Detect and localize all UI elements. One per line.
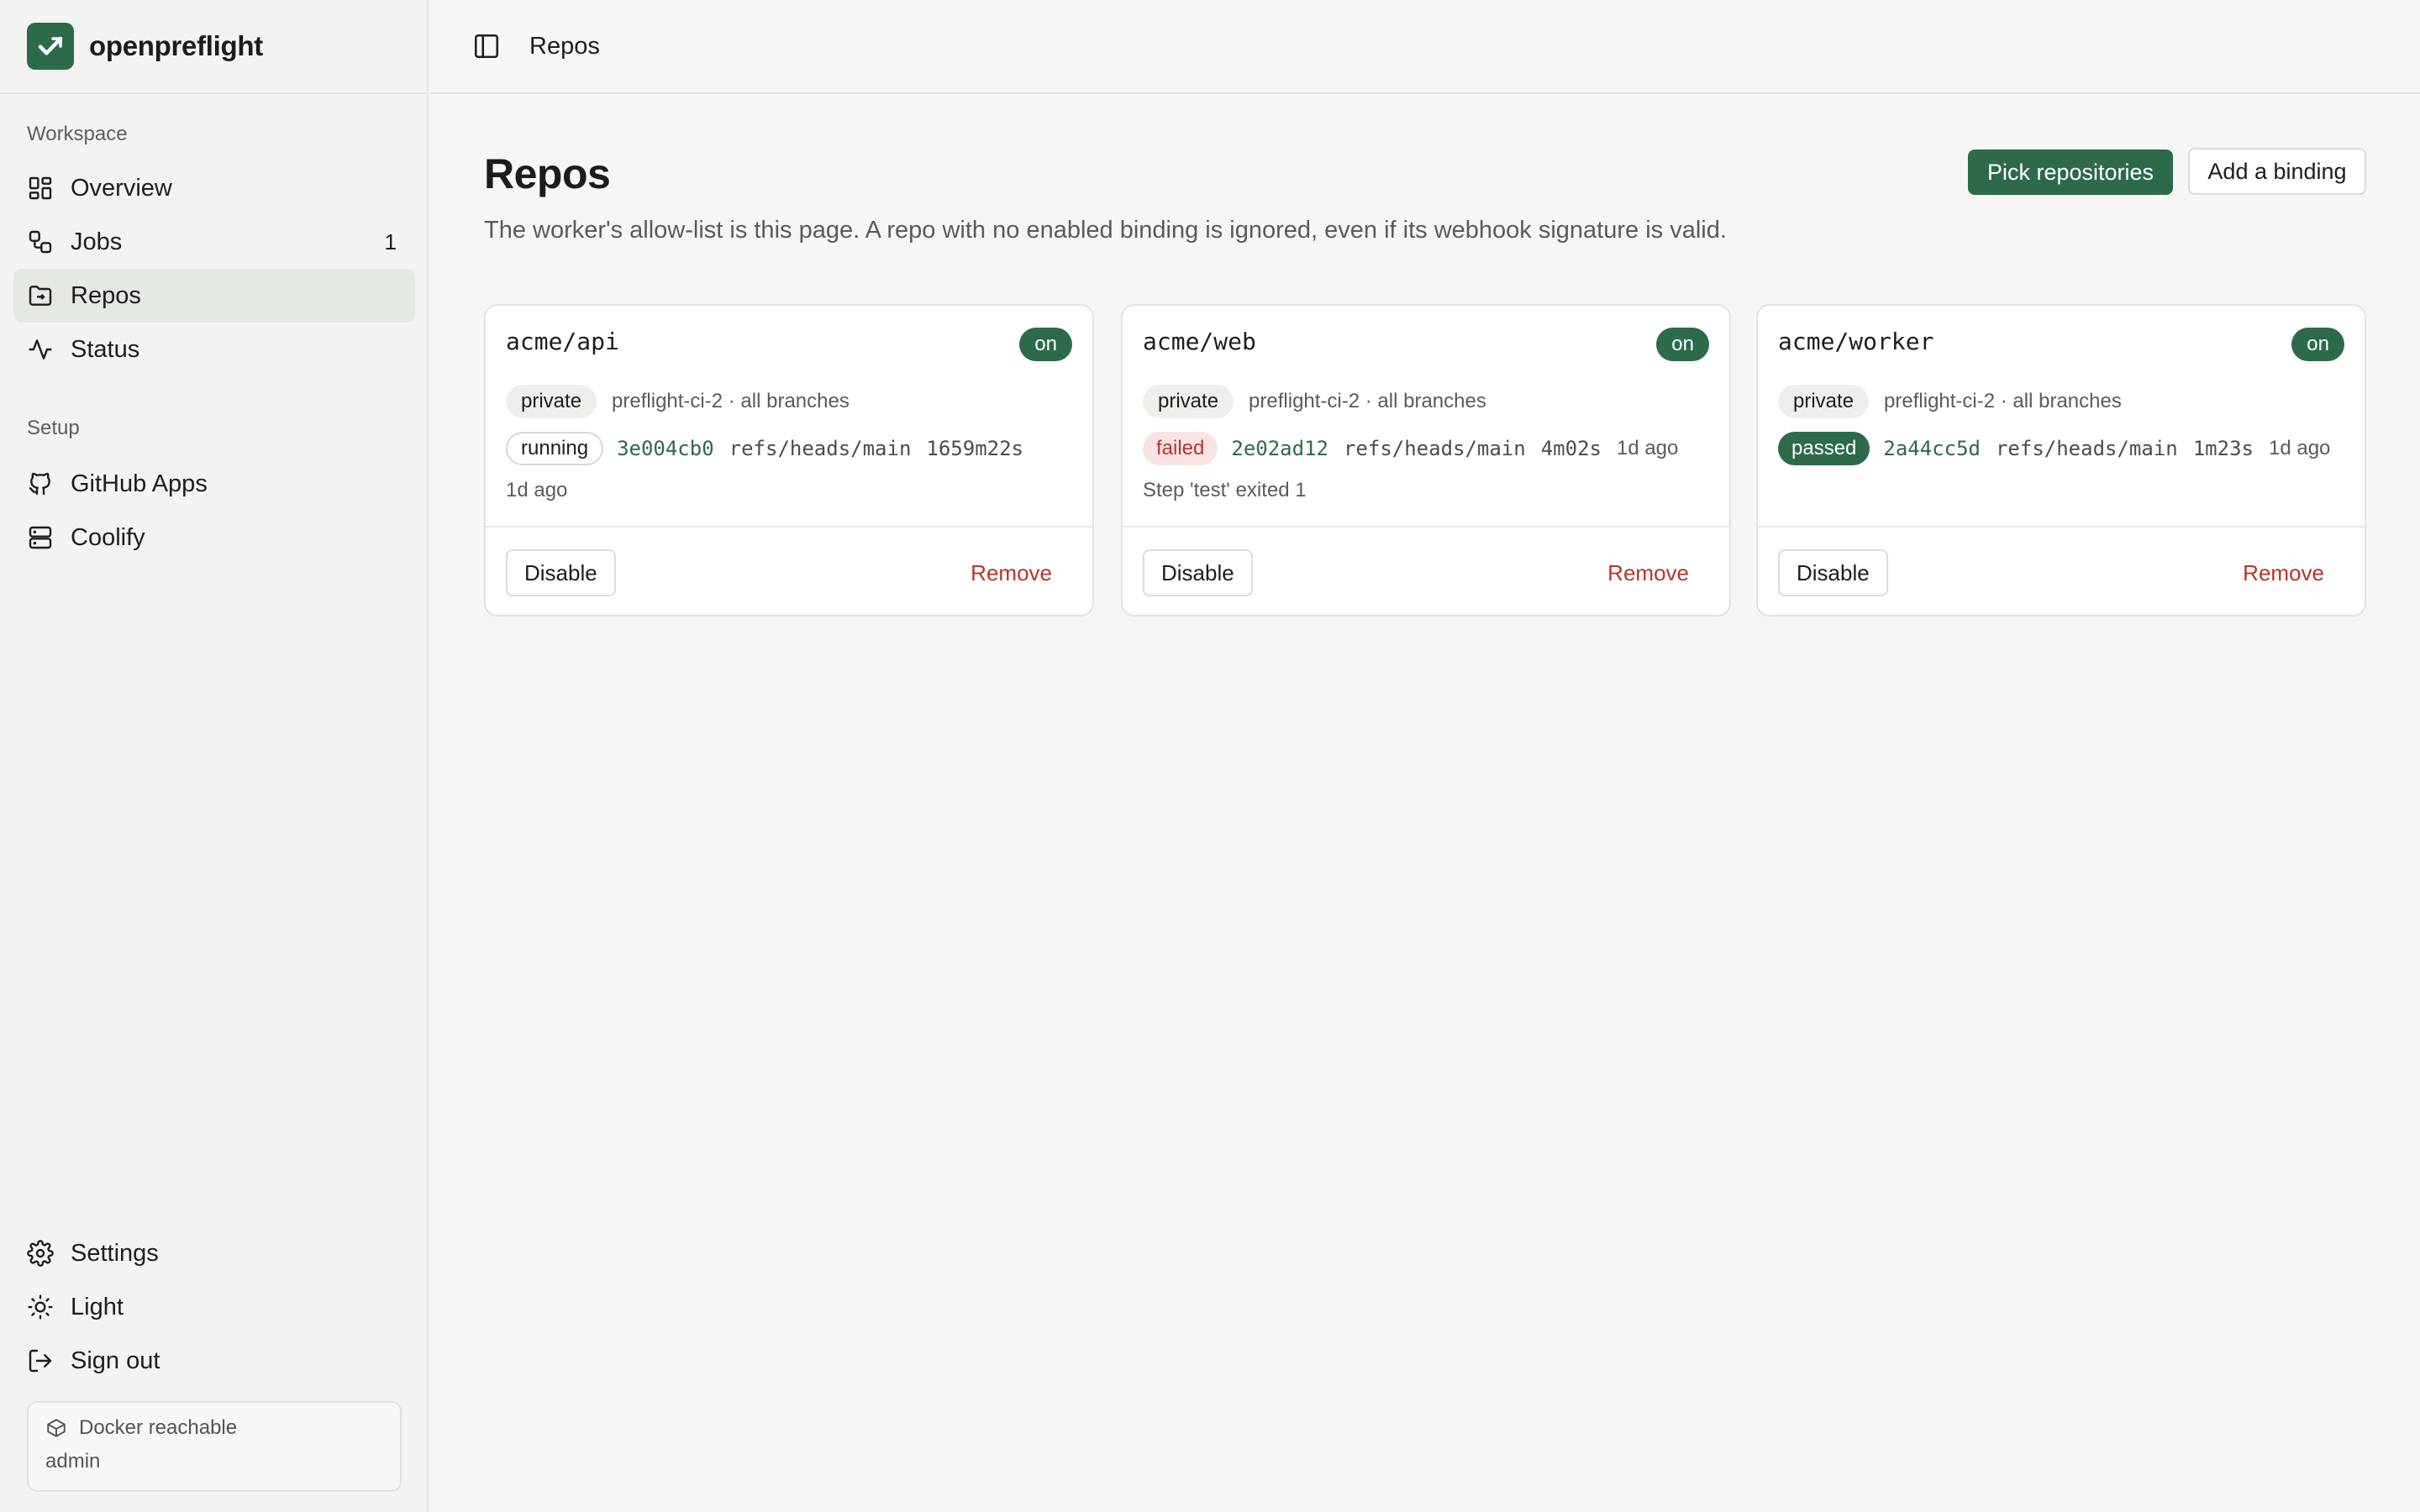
sidebar-item-label: Coolify (71, 523, 145, 551)
repo-name[interactable]: acme/web (1143, 328, 1256, 355)
run-time-ago: 1d ago (506, 479, 568, 501)
run-time-ago: 1d ago (2268, 437, 2331, 459)
jobs-count-badge: 1 (384, 228, 397, 255)
run-status-badge: passed (1778, 432, 1870, 465)
section-label-setup: Setup (27, 417, 80, 439)
repo-card-acme-worker: acme/worker on private preflight-ci-2 · … (1756, 304, 2366, 617)
sidebar-item-overview[interactable]: Overview (13, 161, 415, 215)
git-ref: refs/heads/main (1995, 437, 2178, 460)
run-error-note: Step 'test' exited 1 (1143, 479, 1307, 501)
run-time-ago: 1d ago (1616, 437, 1679, 459)
binding-meta: preflight-ci-2 · all branches (1884, 390, 2122, 412)
sidebar-item-label: Jobs (71, 228, 123, 255)
remove-button[interactable]: Remove (2243, 549, 2324, 596)
gear-icon (27, 1240, 54, 1267)
run-duration: 1m23s (2192, 437, 2254, 460)
pick-repositories-button[interactable]: Pick repositories (1968, 150, 2173, 195)
binding-meta: preflight-ci-2 · all branches (1249, 390, 1486, 412)
page-title: Repos (484, 150, 611, 197)
package-icon (47, 1419, 66, 1437)
workflow-icon (29, 230, 52, 254)
docker-status-panel: Docker reachable admin (27, 1401, 402, 1492)
remove-button[interactable]: Remove (971, 549, 1052, 596)
run-status-badge: running (506, 432, 604, 465)
sidebar-item-label: Status (71, 335, 140, 363)
run-status-badge: failed (1143, 432, 1218, 465)
binding-meta: preflight-ci-2 · all branches (612, 390, 850, 412)
commit-sha-link[interactable]: 3e004cb0 (617, 437, 714, 460)
enabled-badge[interactable]: on (1656, 328, 1709, 361)
sidebar-item-status[interactable]: Status (13, 323, 415, 376)
logout-icon (29, 1349, 52, 1373)
sidebar-item-label: GitHub Apps (71, 470, 208, 497)
sidebar-item-label: Overview (71, 174, 172, 202)
commit-sha-link[interactable]: 2a44cc5d (1883, 437, 1981, 460)
brand-name: openpreflight (89, 30, 263, 61)
disable-button[interactable]: Disable (1778, 549, 1888, 596)
brand[interactable]: openpreflight (0, 0, 427, 94)
theme-toggle-light[interactable]: Light (13, 1280, 415, 1334)
breadcrumb: Repos (529, 32, 600, 60)
folder-icon (29, 286, 52, 306)
repo-name[interactable]: acme/worker (1778, 328, 1933, 355)
activity-icon (29, 339, 52, 360)
run-duration: 1659m22s (926, 437, 1023, 460)
disable-button[interactable]: Disable (506, 549, 616, 596)
sidebar-item-sign-out[interactable]: Sign out (13, 1334, 415, 1388)
enabled-badge[interactable]: on (2291, 328, 2344, 361)
git-ref: refs/heads/main (1343, 437, 1526, 460)
sidebar: openpreflight Workspace Overview Jobs 1 … (0, 0, 429, 1512)
sidebar-item-label: Light (71, 1293, 124, 1320)
server-icon (29, 526, 52, 549)
sidebar-item-coolify[interactable]: Coolify (13, 511, 415, 564)
top-bar: Repos (430, 0, 2420, 94)
sun-icon (28, 1294, 53, 1320)
run-duration: 4m02s (1540, 437, 1602, 460)
sidebar-item-repos[interactable]: Repos (13, 269, 415, 323)
visibility-tag: private (1778, 385, 1870, 418)
commit-sha-link[interactable]: 2e02ad12 (1231, 437, 1328, 460)
sidebar-item-github-apps[interactable]: GitHub Apps (13, 457, 415, 511)
section-label-workspace: Workspace (27, 123, 128, 145)
enabled-badge[interactable]: on (1019, 328, 1072, 361)
repo-card-acme-web: acme/web on private preflight-ci-2 · all… (1121, 304, 1731, 617)
sidebar-item-label: Settings (71, 1239, 159, 1267)
add-binding-button[interactable]: Add a binding (2188, 148, 2366, 195)
remove-button[interactable]: Remove (1607, 549, 1689, 596)
visibility-tag: private (506, 385, 597, 418)
sidebar-item-jobs[interactable]: Jobs 1 (13, 215, 415, 269)
page-description: The worker's allow-list is this page. A … (484, 217, 1727, 244)
visibility-tag: private (1143, 385, 1234, 418)
grid-icon (29, 176, 52, 200)
current-user: admin (45, 1450, 101, 1473)
docker-status-text: Docker reachable (79, 1416, 238, 1439)
repo-card-acme-api: acme/api on private preflight-ci-2 · all… (484, 304, 1094, 617)
sidebar-item-label: Sign out (71, 1347, 160, 1374)
git-ref: refs/heads/main (729, 437, 912, 460)
check-logo-icon (27, 23, 74, 70)
sidebar-toggle-icon[interactable] (472, 32, 501, 60)
disable-button[interactable]: Disable (1143, 549, 1253, 596)
github-icon (29, 472, 50, 496)
sidebar-item-label: Repos (71, 281, 141, 309)
sidebar-item-settings[interactable]: Settings (13, 1226, 415, 1280)
repo-name[interactable]: acme/api (506, 328, 619, 355)
